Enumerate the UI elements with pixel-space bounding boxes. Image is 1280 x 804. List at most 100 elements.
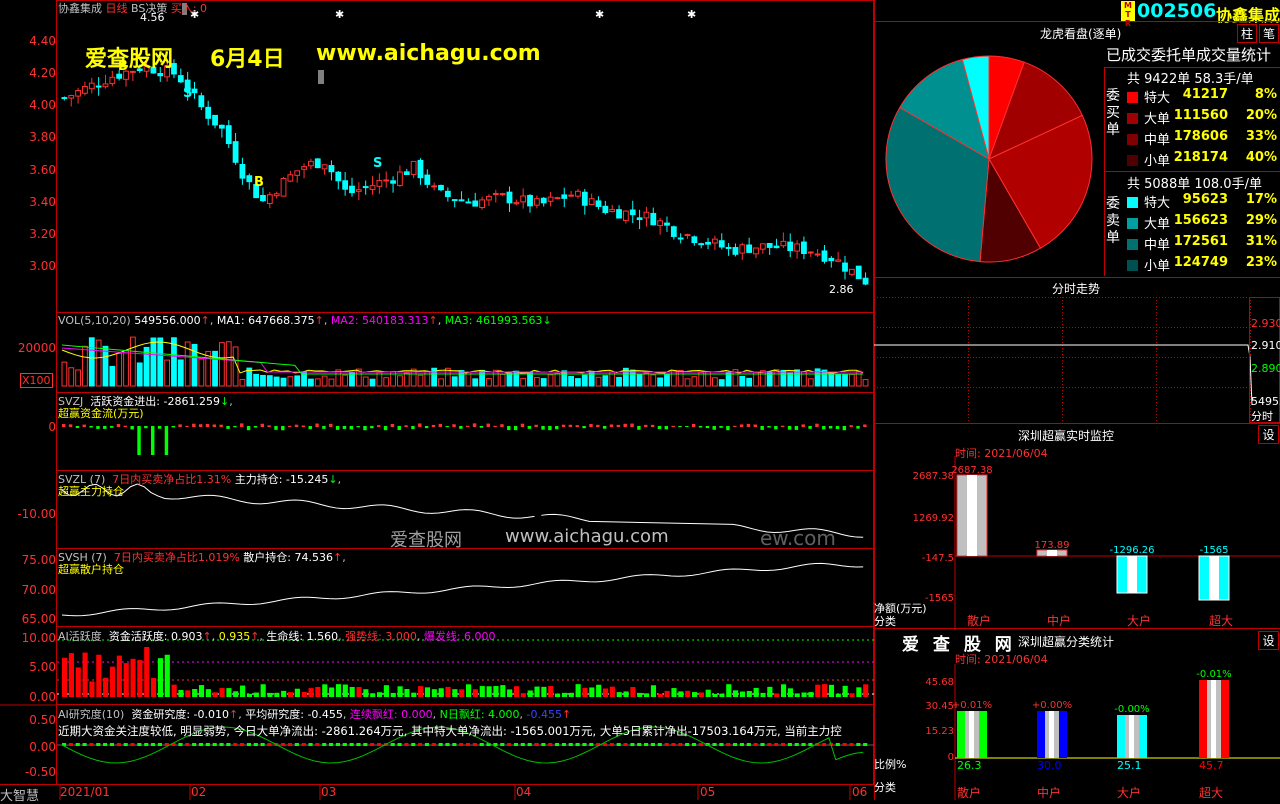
volume-bar bbox=[472, 378, 479, 387]
research-bar bbox=[609, 743, 614, 746]
flow-bar bbox=[308, 426, 312, 430]
volume-bar bbox=[280, 377, 287, 387]
order-type: 小单 bbox=[1144, 154, 1171, 169]
research-bar bbox=[842, 743, 847, 746]
svzj-axis: 0 bbox=[48, 420, 56, 434]
activity-bar bbox=[274, 692, 280, 697]
order-type: 大单 bbox=[1144, 217, 1171, 232]
volume-bar bbox=[492, 369, 499, 387]
monitor-settings-button[interactable]: 设 bbox=[1258, 425, 1279, 444]
date-03: 03 bbox=[321, 785, 337, 799]
volume-bar bbox=[636, 374, 643, 387]
flow-bar bbox=[404, 425, 408, 427]
volume-bar bbox=[657, 377, 664, 387]
classstat-ratio: 45.7 bbox=[1199, 759, 1224, 772]
classstat-bar-highlight bbox=[969, 711, 974, 758]
activity-bar bbox=[698, 692, 704, 697]
candle-body bbox=[848, 268, 855, 275]
candle-body bbox=[602, 205, 609, 213]
volume-bar bbox=[568, 375, 575, 387]
flow-bar bbox=[294, 424, 299, 427]
activity-bar bbox=[856, 687, 862, 697]
volume-bar bbox=[136, 362, 143, 387]
activity-bar bbox=[103, 677, 109, 697]
flow-bar bbox=[520, 423, 525, 427]
classstat-category: 中户 bbox=[1037, 785, 1061, 800]
volume-bar bbox=[684, 378, 691, 387]
volume-bar bbox=[739, 375, 746, 387]
candle-body bbox=[725, 246, 732, 249]
research-bar bbox=[192, 743, 197, 746]
star-icon: ✱ bbox=[595, 8, 604, 21]
research-bar bbox=[452, 743, 457, 746]
candle-body bbox=[780, 240, 787, 247]
flow-bar bbox=[726, 426, 730, 431]
research-bar bbox=[685, 743, 690, 746]
classstat-ratio: 25.1 bbox=[1117, 759, 1142, 772]
research-bar bbox=[144, 743, 149, 746]
volume-bar bbox=[260, 374, 266, 387]
flow-bar bbox=[390, 423, 395, 427]
flow-bar bbox=[192, 423, 196, 427]
monitor-bar-value: -1565 bbox=[1199, 545, 1228, 556]
flow-bar bbox=[589, 424, 593, 427]
ai-active-axis-0: 0.00 bbox=[29, 690, 56, 704]
arrow-up-icon: ↑ bbox=[202, 630, 212, 643]
activity-bar bbox=[548, 686, 554, 697]
candle-body bbox=[814, 253, 821, 256]
candle-body bbox=[520, 195, 527, 203]
candle-body bbox=[102, 83, 109, 88]
candle-body bbox=[417, 159, 424, 179]
order-count: 178606 bbox=[1173, 129, 1228, 144]
candle-body bbox=[479, 199, 485, 209]
activity-bar bbox=[198, 685, 205, 697]
date-05: 05 bbox=[700, 785, 716, 799]
activity-bar bbox=[780, 684, 787, 697]
activity-bar bbox=[733, 690, 739, 697]
flow-bar bbox=[527, 426, 532, 429]
divider bbox=[874, 277, 1280, 278]
research-bar bbox=[267, 743, 272, 746]
flow-bar bbox=[383, 426, 388, 431]
research-bar bbox=[863, 743, 868, 746]
flow-bar bbox=[466, 425, 470, 427]
bar-mode-button[interactable]: 柱 bbox=[1237, 24, 1257, 43]
flow-bar bbox=[281, 426, 285, 431]
research-bar bbox=[678, 743, 683, 746]
flow-bar bbox=[144, 426, 148, 429]
candle-body bbox=[773, 245, 780, 249]
candle-body bbox=[828, 257, 835, 262]
candle-body bbox=[807, 251, 814, 254]
classstat-settings-button[interactable]: 设 bbox=[1258, 631, 1279, 650]
flow-bar bbox=[62, 424, 66, 427]
low-price-marker: 2.86 bbox=[829, 283, 854, 296]
monitor-axis-label: 1269.92 bbox=[913, 513, 954, 524]
candle-body bbox=[362, 186, 369, 189]
activity-bar bbox=[459, 689, 465, 697]
research-bar bbox=[438, 743, 443, 746]
intraday-chart[interactable] bbox=[874, 297, 1280, 423]
candle-body bbox=[855, 265, 862, 280]
activity-bar bbox=[828, 684, 835, 697]
activity-bar bbox=[404, 689, 410, 697]
stock-code-text: 002506 bbox=[1137, 0, 1217, 22]
activity-bar bbox=[452, 689, 458, 697]
activity-bar bbox=[609, 686, 615, 697]
candle-body bbox=[684, 234, 691, 237]
mtr-logo: M T R bbox=[1121, 1, 1135, 28]
order-count: 111560 bbox=[1173, 108, 1228, 123]
activity-bar bbox=[719, 693, 725, 697]
volume-bar bbox=[835, 374, 842, 387]
flow-bar bbox=[657, 426, 662, 429]
watermark-url: www.aichagu.com bbox=[316, 41, 541, 66]
flow-bar bbox=[103, 426, 107, 429]
pen-mode-button[interactable]: 笔 bbox=[1259, 24, 1279, 43]
research-bar bbox=[137, 743, 142, 746]
research-bar bbox=[294, 743, 299, 746]
research-bar bbox=[630, 743, 635, 746]
vol-label: VOL(5,10,20) bbox=[58, 314, 131, 327]
research-bar bbox=[801, 743, 806, 746]
intraday-vol: 54955 bbox=[1251, 395, 1280, 408]
flow-bar bbox=[349, 426, 354, 430]
monitor-axis-label: -147.5 bbox=[922, 553, 954, 564]
